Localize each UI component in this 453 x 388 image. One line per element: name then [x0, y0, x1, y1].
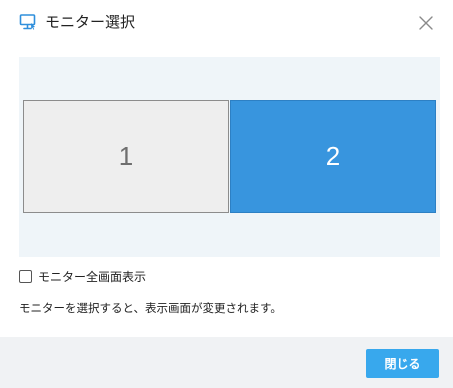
- fullscreen-checkbox[interactable]: [19, 269, 32, 283]
- dialog-footer: 閉じる: [0, 337, 453, 388]
- dialog-title: モニター選択: [45, 13, 136, 31]
- monitor-1-tile[interactable]: 1: [23, 100, 229, 213]
- close-button[interactable]: 閉じる: [366, 349, 439, 378]
- monitor-select-dialog: モニター選択 1 2 モニター全画面表示 モニターを選択すると、表示画面が変更さ…: [0, 0, 453, 388]
- close-icon[interactable]: [416, 13, 436, 33]
- monitor-2-label: 2: [325, 141, 341, 171]
- monitor-2-tile[interactable]: 2: [230, 100, 436, 213]
- fullscreen-label: モニター全画面表示: [38, 269, 147, 284]
- hint-text: モニターを選択すると、表示画面が変更されます。: [19, 301, 282, 315]
- monitor-1-label: 1: [118, 141, 134, 171]
- monitor-icon: [19, 13, 37, 31]
- dialog-titlebar: モニター選択: [0, 0, 453, 44]
- monitor-layout-area: 1 2: [19, 57, 440, 257]
- fullscreen-option[interactable]: モニター全画面表示: [19, 268, 146, 284]
